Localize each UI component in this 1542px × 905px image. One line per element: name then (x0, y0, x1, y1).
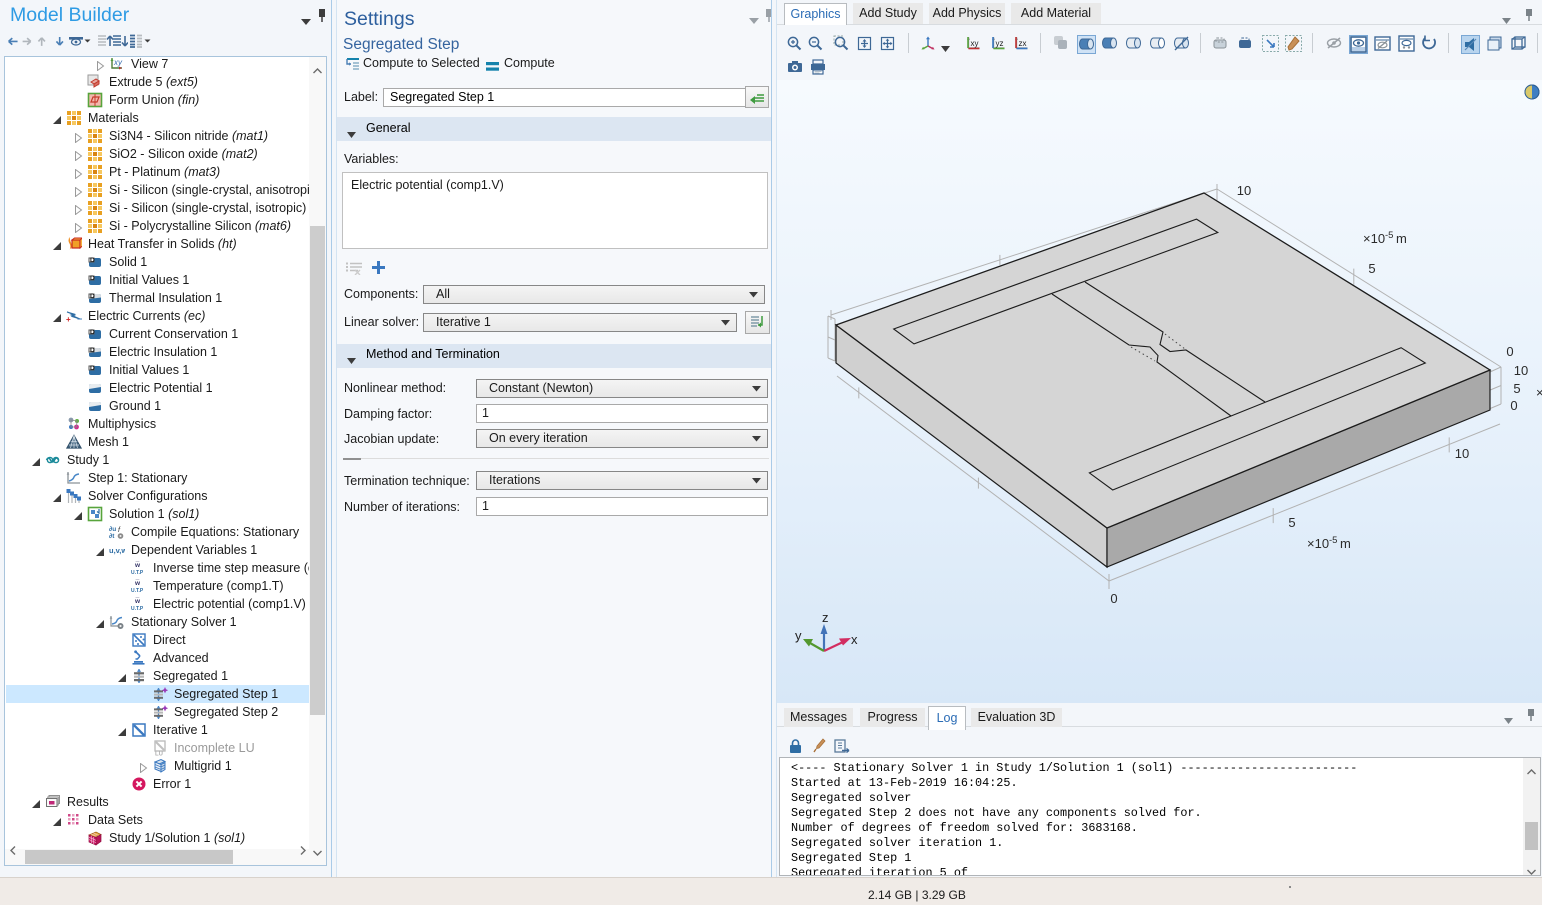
svg-text:0: 0 (1510, 398, 1517, 413)
svg-text:D: D (90, 329, 95, 336)
svg-text:m: m (1340, 536, 1351, 551)
svg-text:z: z (822, 610, 829, 625)
svg-text:∂t: ∂t (109, 533, 115, 540)
svg-text:m: m (1396, 231, 1407, 246)
svg-text:U.T.P: U.T.P (131, 588, 144, 594)
svg-text:10: 10 (1514, 363, 1528, 378)
svg-text:w̅: w̅ (134, 597, 141, 605)
svg-text:zx: zx (1019, 39, 1027, 48)
svg-text:×10: ×10 (1307, 536, 1329, 551)
svg-text:D: D (90, 275, 95, 282)
svg-text:w̅: w̅ (134, 561, 141, 569)
svg-text:∂u: ∂u (109, 526, 116, 533)
svg-text:D: D (90, 365, 95, 372)
svg-text:+: + (66, 315, 71, 324)
svg-text:D: D (90, 293, 95, 300)
svg-text:-5: -5 (1329, 535, 1337, 546)
svg-text:5: 5 (1513, 381, 1520, 396)
svg-text:-5: -5 (1385, 230, 1393, 241)
svg-text:xy: xy (971, 39, 979, 48)
svg-text:w̅: w̅ (134, 579, 141, 587)
svg-text:D: D (90, 257, 95, 264)
svg-text:10: 10 (1237, 183, 1251, 198)
svg-text:5: 5 (1288, 515, 1295, 530)
svg-text:−: − (77, 314, 82, 324)
svg-text:10: 10 (1455, 446, 1469, 461)
svg-text:x: x (851, 632, 858, 647)
svg-text:0: 0 (1110, 591, 1117, 606)
svg-text:f: f (118, 527, 121, 534)
svg-text:LU: LU (155, 752, 163, 757)
svg-text:u,v,w: u,v,w (109, 546, 125, 555)
svg-text:D: D (90, 347, 95, 354)
svg-text:y: y (795, 628, 802, 643)
svg-text:×: × (1536, 385, 1542, 400)
svg-text:U.T.P: U.T.P (131, 570, 144, 576)
svg-text:xy: xy (113, 58, 123, 67)
svg-text:U.T.P: U.T.P (131, 606, 144, 612)
svg-text:yz: yz (996, 39, 1004, 48)
svg-text:5: 5 (1368, 261, 1375, 276)
svg-text:0: 0 (1506, 344, 1513, 359)
svg-text:×10: ×10 (1363, 231, 1385, 246)
